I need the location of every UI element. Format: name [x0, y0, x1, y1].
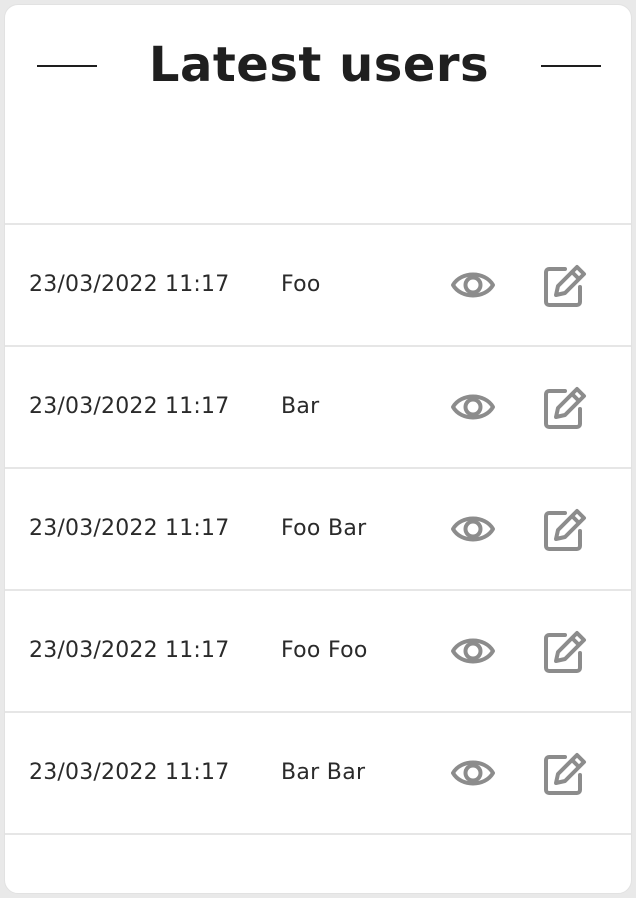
users-list: 23/03/2022 11:17 Foo 23/03/2022 11:17 Ba…: [5, 223, 631, 835]
edit-icon: [544, 387, 586, 429]
card-header: Latest users: [5, 5, 631, 125]
user-name: Bar Bar: [281, 760, 366, 785]
eye-icon: [451, 638, 495, 664]
user-date: 23/03/2022 11:17: [29, 638, 230, 663]
user-name: Foo: [281, 272, 321, 297]
eye-icon: [451, 394, 495, 420]
edit-user-button[interactable]: [541, 507, 589, 553]
edit-user-button[interactable]: [541, 385, 589, 431]
user-date: 23/03/2022 11:17: [29, 394, 230, 419]
list-item: 23/03/2022 11:17 Bar Bar: [5, 713, 631, 835]
user-name: Foo Bar: [281, 516, 367, 541]
edit-user-button[interactable]: [541, 629, 589, 675]
card-title: Latest users: [148, 37, 490, 93]
user-name: Bar: [281, 394, 320, 419]
edit-icon: [544, 265, 586, 307]
view-user-button[interactable]: [449, 507, 497, 551]
edit-icon: [544, 631, 586, 673]
user-date: 23/03/2022 11:17: [29, 516, 230, 541]
list-item: 23/03/2022 11:17 Bar: [5, 347, 631, 469]
view-user-button[interactable]: [449, 385, 497, 429]
edit-user-button[interactable]: [541, 751, 589, 797]
user-name: Foo Foo: [281, 638, 368, 663]
title-rule-right: [541, 65, 601, 67]
eye-icon: [451, 760, 495, 786]
user-date: 23/03/2022 11:17: [29, 272, 230, 297]
user-date: 23/03/2022 11:17: [29, 760, 230, 785]
edit-icon: [544, 753, 586, 795]
edit-user-button[interactable]: [541, 263, 589, 309]
list-item: 23/03/2022 11:17 Foo Bar: [5, 469, 631, 591]
list-item: 23/03/2022 11:17 Foo Foo: [5, 591, 631, 713]
latest-users-card: Latest users 23/03/2022 11:17 Foo 23/03/…: [4, 4, 632, 894]
view-user-button[interactable]: [449, 629, 497, 673]
list-item: 23/03/2022 11:17 Foo: [5, 225, 631, 347]
view-user-button[interactable]: [449, 263, 497, 307]
eye-icon: [451, 272, 495, 298]
eye-icon: [451, 516, 495, 542]
edit-icon: [544, 509, 586, 551]
view-user-button[interactable]: [449, 751, 497, 795]
